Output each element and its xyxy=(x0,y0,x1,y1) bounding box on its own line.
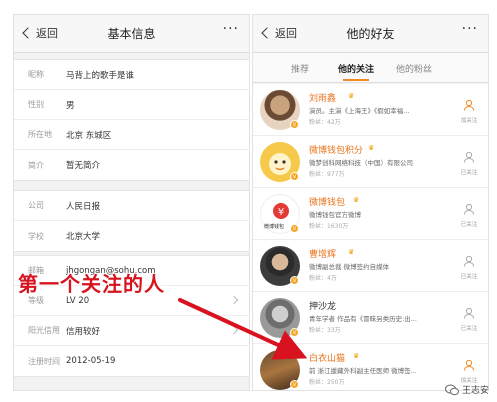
watermark: 王志安 xyxy=(444,383,489,396)
screenshot-collage: 返回 基本信息 ··· 昵称 马背上的歌手是谁 性别 男 所在地 北京 东城区 … xyxy=(0,0,497,402)
annotation-arrow xyxy=(178,298,308,360)
watermark-text: 王志安 xyxy=(461,386,489,396)
annotation-label: 第一个关注的人 xyxy=(18,272,165,296)
wechat-icon xyxy=(444,384,459,395)
